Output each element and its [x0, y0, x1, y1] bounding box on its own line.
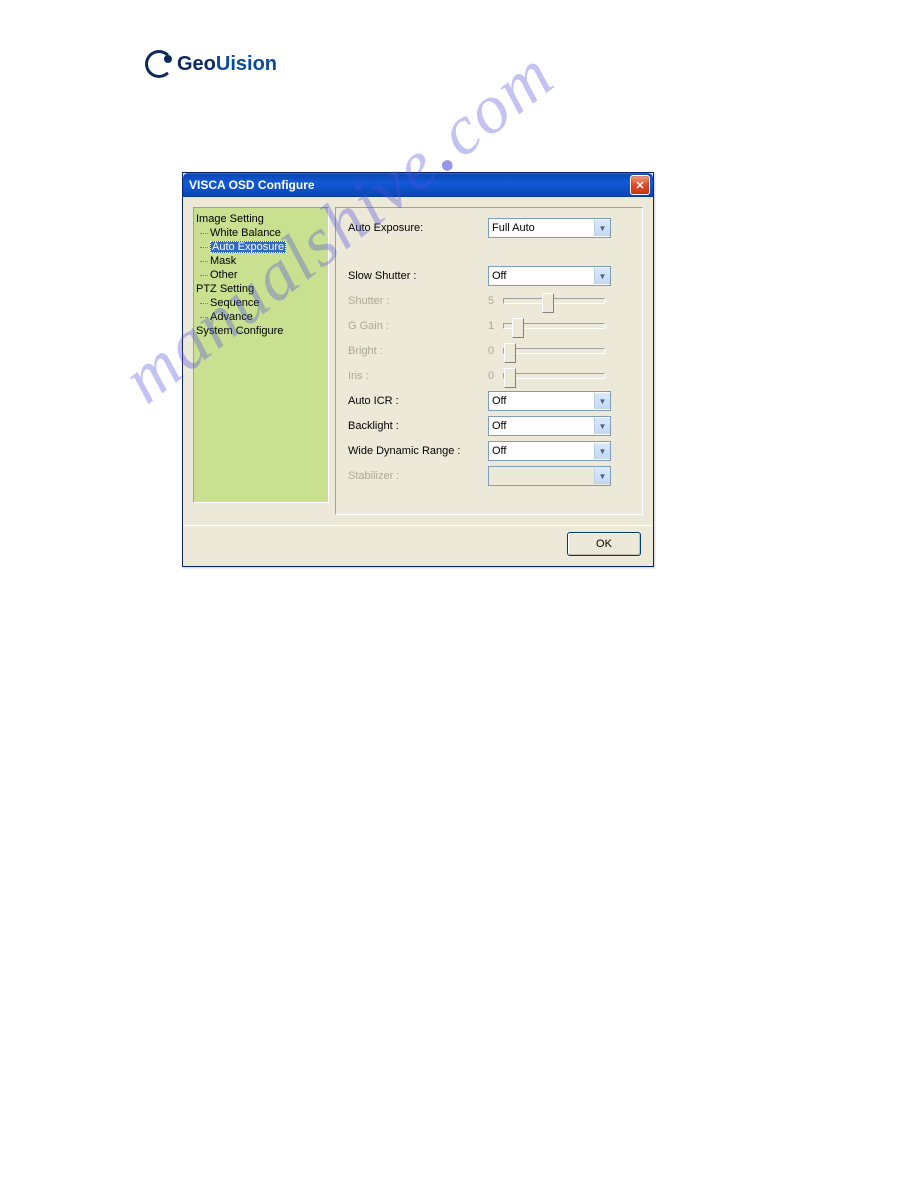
row-g-gain: G Gain : 1 [348, 316, 630, 336]
slider-thumb [504, 343, 516, 363]
value-shutter: 5 [488, 295, 503, 307]
logo-icon [145, 50, 173, 78]
slider-thumb [504, 368, 516, 388]
combo-backlight-value: Off [492, 420, 506, 432]
tree-white-balance[interactable]: White Balance [196, 226, 326, 240]
dialog-title: VISCA OSD Configure [189, 178, 315, 192]
row-backlight: Backlight : Off ▼ [348, 416, 630, 436]
tree-system-configure[interactable]: System Configure [196, 324, 326, 338]
ok-button[interactable]: OK [567, 532, 641, 556]
combo-wdr-value: Off [492, 445, 506, 457]
combo-slow-shutter-value: Off [492, 270, 506, 282]
combo-wdr[interactable]: Off ▼ [488, 441, 611, 461]
tree-other[interactable]: Other [196, 268, 326, 282]
row-auto-icr: Auto ICR : Off ▼ [348, 391, 630, 411]
label-bright: Bright : [348, 345, 488, 357]
slider-shutter [503, 298, 605, 304]
combo-auto-icr[interactable]: Off ▼ [488, 391, 611, 411]
row-bright: Bright : 0 [348, 341, 630, 361]
config-dialog: VISCA OSD Configure ✕ Image Setting Whit… [182, 172, 654, 567]
value-iris: 0 [488, 370, 503, 382]
label-slow-shutter: Slow Shutter : [348, 270, 488, 282]
combo-backlight[interactable]: Off ▼ [488, 416, 611, 436]
logo-text: GeoUision [177, 53, 277, 76]
label-g-gain: G Gain : [348, 320, 488, 332]
tree-auto-exposure[interactable]: Auto Exposure [196, 240, 326, 254]
row-shutter: Shutter : 5 [348, 291, 630, 311]
dialog-content: Image Setting White Balance Auto Exposur… [183, 197, 653, 525]
row-stabilizer: Stabilizer : ▼ [348, 466, 630, 486]
slider-thumb [512, 318, 524, 338]
combo-auto-exposure[interactable]: Full Auto ▼ [488, 218, 611, 238]
chevron-down-icon: ▼ [594, 268, 610, 284]
close-icon: ✕ [635, 179, 644, 192]
slider-g-gain [503, 323, 605, 329]
logo-vision: Uision [216, 53, 277, 75]
tree-panel[interactable]: Image Setting White Balance Auto Exposur… [193, 207, 329, 503]
value-g-gain: 1 [488, 320, 503, 332]
form-panel: Auto Exposure: Full Auto ▼ Slow Shutter … [335, 207, 643, 515]
tree-selected-label: Auto Exposure [210, 241, 286, 253]
label-auto-icr: Auto ICR : [348, 395, 488, 407]
combo-slow-shutter[interactable]: Off ▼ [488, 266, 611, 286]
slider-bright [503, 348, 605, 354]
chevron-down-icon: ▼ [594, 220, 610, 236]
chevron-down-icon: ▼ [594, 393, 610, 409]
chevron-down-icon: ▼ [594, 468, 610, 484]
label-auto-exposure: Auto Exposure: [348, 222, 488, 234]
brand-logo: GeoUision [145, 50, 277, 78]
row-wdr: Wide Dynamic Range : Off ▼ [348, 441, 630, 461]
slider-thumb [542, 293, 554, 313]
chevron-down-icon: ▼ [594, 418, 610, 434]
tree-sequence[interactable]: Sequence [196, 296, 326, 310]
combo-auto-icr-value: Off [492, 395, 506, 407]
chevron-down-icon: ▼ [594, 443, 610, 459]
row-auto-exposure: Auto Exposure: Full Auto ▼ [348, 218, 630, 238]
label-backlight: Backlight : [348, 420, 488, 432]
tree-advance[interactable]: Advance [196, 310, 326, 324]
tree-mask[interactable]: Mask [196, 254, 326, 268]
label-stabilizer: Stabilizer : [348, 470, 488, 482]
row-iris: Iris : 0 [348, 366, 630, 386]
button-row: OK [183, 525, 653, 566]
logo-geo: Geo [177, 53, 216, 75]
titlebar[interactable]: VISCA OSD Configure ✕ [183, 173, 653, 197]
label-shutter: Shutter : [348, 295, 488, 307]
combo-stabilizer: ▼ [488, 466, 611, 486]
value-bright: 0 [488, 345, 503, 357]
label-wdr: Wide Dynamic Range : [348, 445, 488, 457]
close-button[interactable]: ✕ [630, 175, 650, 195]
slider-iris [503, 373, 605, 379]
tree-image-setting[interactable]: Image Setting [196, 212, 326, 226]
label-iris: Iris : [348, 370, 488, 382]
row-slow-shutter: Slow Shutter : Off ▼ [348, 266, 630, 286]
tree-ptz-setting[interactable]: PTZ Setting [196, 282, 326, 296]
combo-auto-exposure-value: Full Auto [492, 222, 535, 234]
